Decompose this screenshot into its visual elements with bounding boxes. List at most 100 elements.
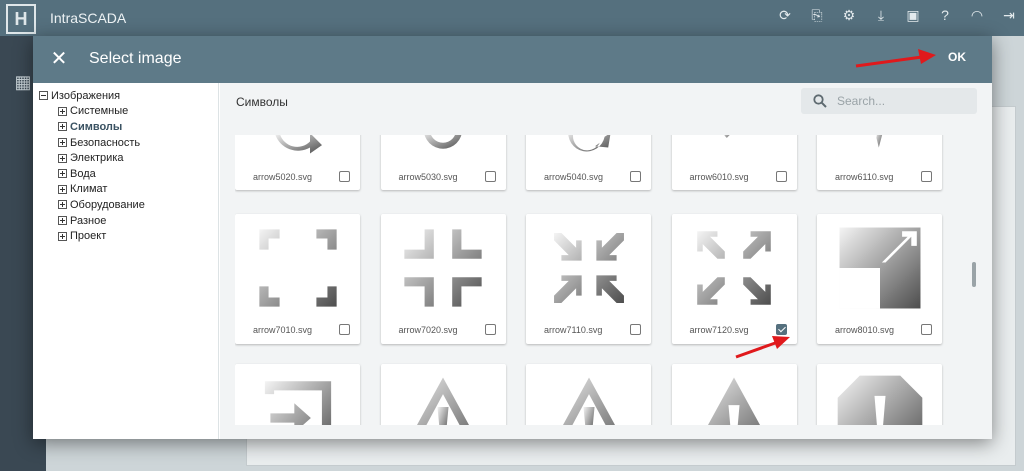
expand-icon[interactable]: [58, 200, 67, 210]
image-select-checkbox[interactable]: [630, 171, 641, 182]
image-card[interactable]: [235, 364, 360, 425]
image-select-checkbox[interactable]: [775, 171, 787, 182]
refresh-icon[interactable]: ⟳: [776, 7, 794, 24]
image-preview-graphic: [258, 229, 337, 307]
image-preview-graphic: [875, 135, 882, 148]
tree-item[interactable]: Климат: [33, 182, 218, 198]
app-logo: H: [6, 4, 36, 34]
image-card[interactable]: [526, 364, 651, 425]
image-card[interactable]: [380, 364, 506, 425]
image-filename: arrow5040.svg: [544, 172, 604, 182]
tree-item-label: Вода: [70, 167, 96, 180]
expand-icon[interactable]: [58, 216, 67, 226]
search-box: [801, 88, 977, 114]
image-card[interactable]: arrow7120.svg: [671, 214, 797, 344]
content-header: Символы: [220, 83, 992, 119]
logout-icon[interactable]: ⇥: [1000, 7, 1018, 24]
image-select-checkbox[interactable]: [921, 324, 932, 335]
image-filename: arrow7010.svg: [253, 325, 313, 335]
image-preview-graphic: [264, 381, 331, 425]
lock-icon[interactable]: ▣: [904, 7, 922, 24]
image-thumbnail: [235, 222, 360, 317]
tree-item-label: Безопасность: [70, 136, 141, 149]
image-filename: arrow5030.svg: [398, 172, 458, 182]
tree-item-label: Проект: [70, 230, 107, 243]
tree-item-label: Разное: [70, 214, 107, 227]
image-card[interactable]: arrow8010.svg: [817, 214, 942, 344]
tree-item[interactable]: Безопасность: [33, 135, 218, 151]
image-card[interactable]: [817, 364, 942, 425]
image-thumbnail: [817, 372, 942, 425]
image-select-checkbox[interactable]: [339, 171, 350, 182]
scrollbar-thumb[interactable]: [972, 262, 976, 287]
image-card[interactable]: arrow7110.svg: [526, 214, 651, 344]
tree-item-label: Оборудование: [70, 198, 145, 211]
tree-item-label: Символы: [70, 120, 123, 133]
tree-item[interactable]: Оборудование: [33, 197, 218, 213]
tree-item[interactable]: Разное: [33, 213, 218, 229]
select-image-dialog: ✕ Select image OK Изображения Системные С…: [33, 36, 992, 439]
image-card[interactable]: arrow7020.svg: [380, 214, 506, 344]
image-select-checkbox[interactable]: [484, 324, 496, 335]
image-card[interactable]: arrow5030.svg: [380, 135, 506, 190]
expand-icon[interactable]: [58, 106, 67, 116]
image-preview-graphic: [724, 135, 730, 138]
image-select-checkbox[interactable]: [484, 171, 496, 182]
folder-title: Символы: [236, 95, 288, 109]
image-card[interactable]: arrow5040.svg: [526, 135, 651, 190]
app-toolbar: ⟳ ⎘ ⚙ ⤓ ▣ ? ◠ ⇥: [776, 7, 1018, 24]
image-thumbnail: [526, 135, 651, 163]
tree-item-label: Климат: [70, 183, 108, 196]
ok-button[interactable]: OK: [948, 50, 966, 64]
export-icon[interactable]: ⎘: [808, 7, 826, 24]
image-card[interactable]: [671, 364, 797, 425]
help-icon[interactable]: ?: [936, 7, 954, 24]
image-card[interactable]: arrow5020.svg: [235, 135, 360, 190]
image-card[interactable]: arrow6010.svg: [671, 135, 797, 190]
app-header: H IntraSCADA ⟳ ⎘ ⚙ ⤓ ▣ ? ◠ ⇥: [0, 0, 1024, 36]
image-thumbnail: [381, 222, 506, 317]
tree-item[interactable]: Символы: [33, 119, 218, 135]
expand-icon[interactable]: [58, 169, 67, 179]
tree-item-label: Системные: [70, 105, 129, 118]
tree-item-label: Электрика: [70, 152, 124, 165]
image-card[interactable]: arrow6110.svg: [817, 135, 942, 190]
image-thumbnail: [817, 135, 942, 163]
dialog-header: ✕ Select image OK: [33, 36, 992, 83]
gear-icon[interactable]: ⚙: [840, 7, 858, 24]
image-select-checkbox[interactable]: [339, 324, 350, 335]
expand-icon[interactable]: [58, 153, 67, 163]
image-filename: arrow6010.svg: [689, 172, 749, 182]
image-select-checkbox[interactable]: [775, 324, 787, 335]
expand-icon[interactable]: [58, 231, 67, 241]
image-select-checkbox[interactable]: [921, 171, 932, 182]
dialog-body: Изображения Системные Символы Безопасность…: [33, 83, 992, 439]
folder-tree: Изображения Системные Символы Безопасность…: [33, 83, 219, 439]
search-input[interactable]: [837, 92, 967, 110]
expand-icon[interactable]: [58, 184, 67, 194]
image-thumbnail: [672, 222, 797, 317]
image-thumbnail: [672, 135, 797, 163]
close-icon[interactable]: ✕: [47, 47, 71, 71]
tree-item[interactable]: Электрика: [33, 150, 218, 166]
image-select-checkbox[interactable]: [630, 324, 641, 335]
image-thumbnail: [381, 372, 506, 425]
image-filename: arrow5020.svg: [253, 172, 313, 182]
wifi-icon[interactable]: ◠: [968, 7, 986, 24]
image-thumbnail: [381, 135, 506, 163]
download-icon[interactable]: ⤓: [872, 7, 890, 24]
image-preview-graphic: [707, 377, 761, 425]
tree-root[interactable]: Изображения: [33, 88, 218, 104]
expand-icon[interactable]: [58, 138, 67, 148]
tree-item[interactable]: Системные: [33, 104, 218, 120]
collapse-icon[interactable]: [39, 91, 48, 101]
dialog-title: Select image: [89, 50, 182, 67]
image-card[interactable]: arrow7010.svg: [235, 214, 360, 344]
image-preview-graphic: [837, 375, 922, 425]
image-filename: arrow7020.svg: [398, 325, 458, 335]
image-thumbnail: [235, 372, 360, 425]
tree-item[interactable]: Вода: [33, 166, 218, 182]
tree-item[interactable]: Проект: [33, 228, 218, 244]
expand-icon[interactable]: [58, 122, 67, 132]
image-thumbnail: [526, 222, 651, 317]
